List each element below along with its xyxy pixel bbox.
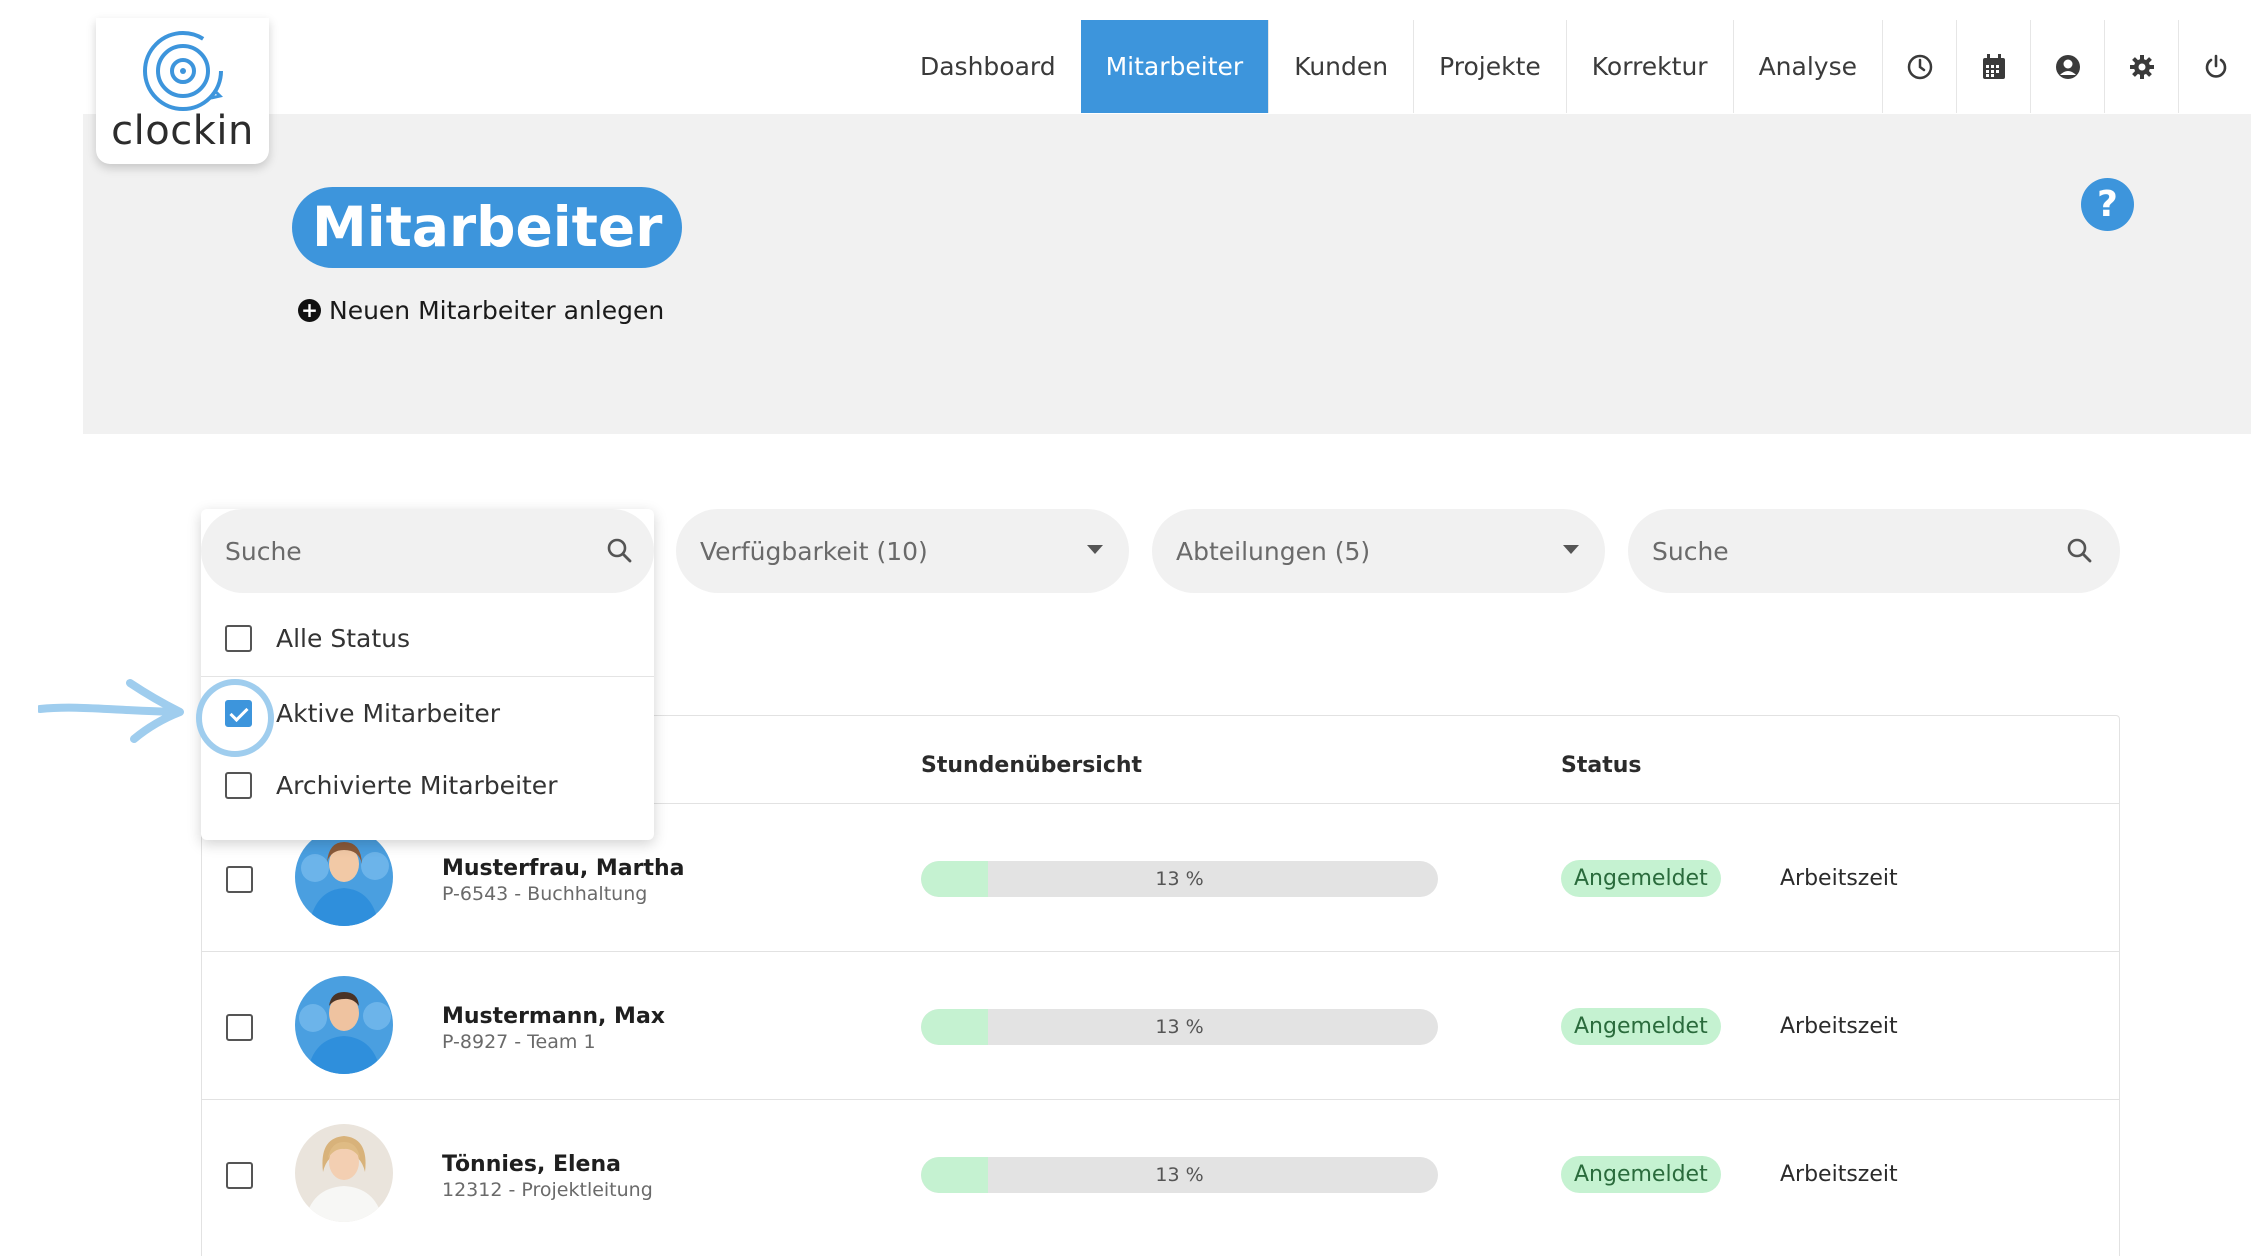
status-badge: Angemeldet bbox=[1561, 1008, 1721, 1045]
nav-dashboard[interactable]: Dashboard bbox=[895, 20, 1081, 113]
main-nav: Dashboard Mitarbeiter Kunden Projekte Ko… bbox=[895, 20, 2252, 113]
status-filter-dropdown: Suche Alle Status Aktive Mitarbeiter Arc… bbox=[201, 509, 654, 840]
status-option-all[interactable]: Alle Status bbox=[201, 602, 654, 675]
status-option-label: Alle Status bbox=[276, 624, 410, 653]
pointer-arrow-icon bbox=[38, 679, 184, 743]
calendar-icon bbox=[1982, 53, 2005, 79]
chevron-down-icon bbox=[1563, 545, 1579, 554]
nav-settings[interactable] bbox=[2104, 20, 2178, 113]
employee-name: Mustermann, Max bbox=[442, 1004, 665, 1029]
row-checkbox[interactable] bbox=[226, 1162, 253, 1189]
status-search-input[interactable]: Suche bbox=[201, 509, 654, 593]
availability-select-value: Verfügbarkeit (10) bbox=[700, 536, 928, 566]
departments-select-value: Abteilungen (5) bbox=[1176, 536, 1371, 566]
employee-meta: P-6543 - Buchhaltung bbox=[442, 883, 648, 905]
nav-time-tracking[interactable] bbox=[1882, 20, 1956, 113]
plus-circle-icon: + bbox=[298, 299, 321, 322]
nav-analyse[interactable]: Analyse bbox=[1732, 20, 1882, 113]
clockin-logo-icon bbox=[143, 31, 223, 111]
employee-meta: P-8927 - Team 1 bbox=[442, 1031, 596, 1053]
employee-meta: 12312 - Projektleitung bbox=[442, 1179, 653, 1201]
availability-select[interactable]: Verfügbarkeit (10) bbox=[676, 509, 1129, 593]
row-checkbox[interactable] bbox=[226, 1014, 253, 1041]
nav-logout[interactable] bbox=[2178, 20, 2252, 113]
avatar bbox=[295, 1124, 393, 1222]
progress-label: 13 % bbox=[1155, 1164, 1204, 1186]
nav-calendar[interactable] bbox=[1956, 20, 2030, 113]
column-header-status: Status bbox=[1561, 753, 1642, 778]
nav-korrektur[interactable]: Korrektur bbox=[1565, 20, 1733, 113]
table-row[interactable]: Tönnies, Elena 12312 - Projektleitung 13… bbox=[202, 1099, 2119, 1247]
search-icon bbox=[2067, 538, 2092, 563]
worktime-link[interactable]: Arbeitszeit bbox=[1780, 1014, 1898, 1039]
clock-icon bbox=[1907, 54, 1932, 79]
checkbox[interactable] bbox=[225, 772, 252, 799]
hours-progress-bar: 13 % bbox=[921, 1009, 1438, 1045]
hours-progress-bar: 13 % bbox=[921, 1157, 1438, 1193]
avatar bbox=[295, 976, 393, 1074]
user-circle-icon bbox=[2055, 54, 2080, 79]
power-icon bbox=[2205, 54, 2226, 78]
column-header-hours: Stundenübersicht bbox=[921, 753, 1143, 778]
status-option-archived[interactable]: Archivierte Mitarbeiter bbox=[201, 749, 654, 822]
page-title: Mitarbeiter bbox=[292, 187, 683, 268]
departments-select[interactable]: Abteilungen (5) bbox=[1152, 509, 1605, 593]
table-row[interactable]: Mustermann, Max P-8927 - Team 1 13 % Ang… bbox=[202, 951, 2119, 1099]
nav-profile[interactable] bbox=[2030, 20, 2104, 113]
search-input[interactable]: Suche bbox=[1628, 509, 2120, 593]
clockin-logo[interactable]: clockin bbox=[96, 18, 269, 164]
nav-projekte[interactable]: Projekte bbox=[1413, 20, 1566, 113]
employee-name: Tönnies, Elena bbox=[442, 1152, 621, 1177]
add-employee-link[interactable]: + Neuen Mitarbeiter anlegen bbox=[298, 296, 664, 325]
logo-text: clockin bbox=[111, 108, 254, 154]
checkbox[interactable] bbox=[225, 625, 252, 652]
hours-progress-bar: 13 % bbox=[921, 861, 1438, 897]
add-employee-label: Neuen Mitarbeiter anlegen bbox=[329, 296, 665, 325]
search-input-placeholder: Suche bbox=[1652, 536, 1729, 566]
status-badge: Angemeldet bbox=[1561, 860, 1721, 897]
avatar bbox=[295, 828, 393, 926]
status-option-label: Aktive Mitarbeiter bbox=[276, 698, 501, 728]
row-checkbox[interactable] bbox=[226, 866, 253, 893]
help-button[interactable]: ? bbox=[2081, 178, 2134, 231]
page-header-band bbox=[83, 114, 2251, 434]
status-search-placeholder: Suche bbox=[225, 536, 302, 566]
progress-label: 13 % bbox=[1155, 868, 1204, 890]
nav-kunden[interactable]: Kunden bbox=[1268, 20, 1413, 113]
progress-label: 13 % bbox=[1155, 1016, 1204, 1038]
nav-mitarbeiter[interactable]: Mitarbeiter bbox=[1080, 20, 1269, 113]
search-icon bbox=[607, 538, 632, 563]
status-option-active[interactable]: Aktive Mitarbeiter bbox=[201, 676, 654, 749]
status-option-label: Archivierte Mitarbeiter bbox=[276, 771, 558, 800]
employee-name: Musterfrau, Martha bbox=[442, 856, 685, 881]
status-badge: Angemeldet bbox=[1561, 1156, 1721, 1193]
worktime-link[interactable]: Arbeitszeit bbox=[1780, 866, 1898, 891]
gear-icon bbox=[2129, 54, 2154, 79]
chevron-down-icon bbox=[1087, 545, 1103, 554]
checkbox-checked[interactable] bbox=[225, 699, 252, 727]
worktime-link[interactable]: Arbeitszeit bbox=[1780, 1162, 1898, 1187]
